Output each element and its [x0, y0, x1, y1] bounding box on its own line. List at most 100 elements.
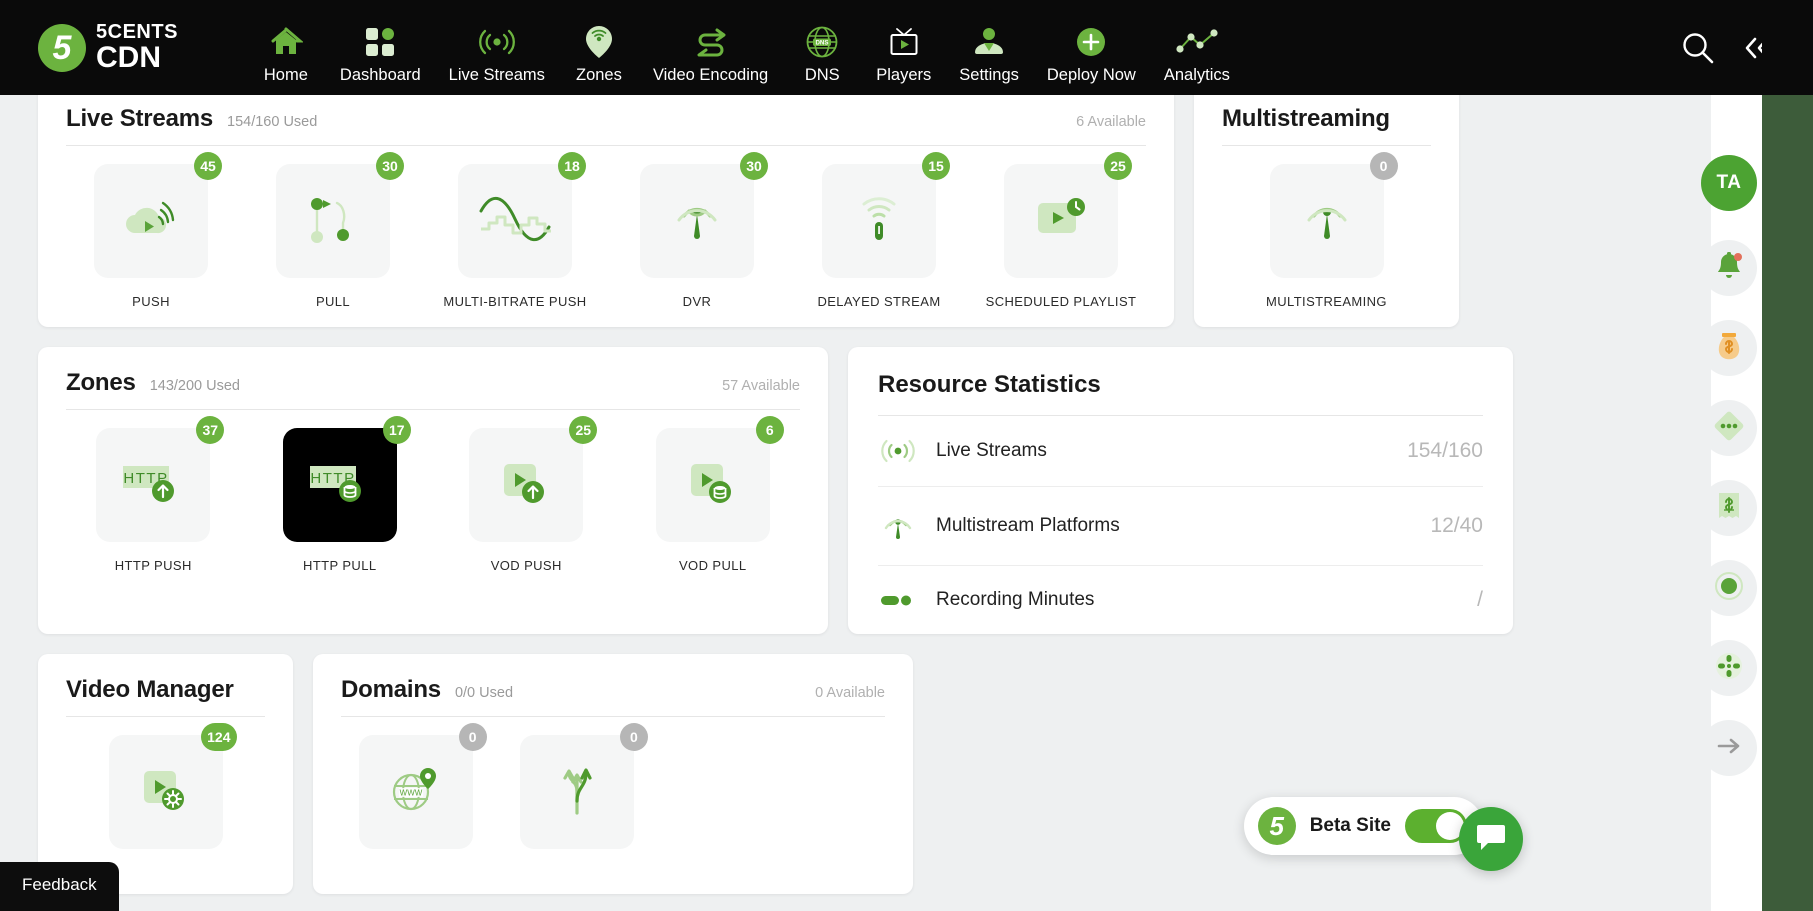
vod-push-icon — [496, 456, 556, 515]
http-pull-icon: HTTP — [306, 456, 374, 515]
beta-site-toggle[interactable] — [1405, 809, 1467, 843]
transcode-arrows-icon — [693, 22, 729, 62]
nav-item-settings[interactable]: Settings — [945, 22, 1033, 85]
tile-spacer — [658, 735, 852, 865]
live-streams-tiles: 45 PUSH 30 PULL 18 MULTI-BITRATE PUSH 30… — [38, 146, 1174, 327]
move-button[interactable] — [1701, 640, 1757, 696]
nav-item-deploy-now[interactable]: Deploy Now — [1033, 22, 1150, 85]
tile-label: PUSH — [132, 294, 170, 309]
nav-item-players[interactable]: Players — [862, 22, 945, 85]
tile-delayed-stream[interactable]: 15 DELAYED STREAM — [788, 152, 970, 309]
resource-value: 154/160 — [1407, 439, 1483, 462]
nav-item-home[interactable]: Home — [246, 22, 326, 85]
resource-row-multistream-platforms: Multistream Platforms 12/40 — [878, 487, 1483, 566]
more-options-button[interactable] — [1701, 400, 1757, 456]
beta-brand-mark: 5 — [1257, 807, 1296, 845]
cloud-push-icon — [119, 191, 183, 252]
tile-multi-bitrate-push[interactable]: 18 MULTI-BITRATE PUSH — [424, 152, 606, 309]
tile-badge: 124 — [201, 723, 237, 751]
tile-box: 15 — [822, 152, 950, 278]
scheduled-playlist-icon — [1030, 193, 1092, 250]
tile-vod-push[interactable]: 25 VOD PUSH — [433, 416, 620, 573]
diamond-dots-icon — [1712, 409, 1746, 448]
record-button[interactable] — [1701, 560, 1757, 616]
video-manager-tiles: 124 — [38, 717, 293, 883]
notifications-button[interactable] — [1701, 240, 1757, 296]
nav-item-video-encoding[interactable]: Video Encoding — [639, 22, 782, 85]
broadcast-icon — [478, 22, 515, 62]
tile-pull[interactable]: 30 PULL — [242, 152, 424, 309]
line-chart-icon — [1176, 22, 1218, 62]
nav-item-analytics[interactable]: Analytics — [1150, 22, 1244, 85]
tile-label: SCHEDULED PLAYLIST — [985, 294, 1137, 309]
nav-label-deploy-now: Deploy Now — [1046, 66, 1136, 84]
nav-label-video-encoding: Video Encoding — [652, 66, 769, 84]
tile-video-manager[interactable]: 124 — [60, 723, 271, 865]
nav-item-zones[interactable]: Zones — [559, 22, 639, 85]
tile-scheduled-playlist[interactable]: 25 SCHEDULED PLAYLIST — [970, 152, 1152, 309]
multibitrate-wave-icon — [477, 191, 553, 252]
tile-http-pull[interactable]: 17 HTTP HTTP PULL — [247, 416, 434, 573]
expand-rail-button[interactable] — [1701, 720, 1757, 776]
tile-label: HTTP PUSH — [114, 558, 192, 573]
tile-box: 18 — [458, 152, 586, 278]
tile-badge: 0 — [1369, 152, 1398, 180]
video-manager-title: Video Manager — [66, 676, 234, 703]
tile-box: 0 — [519, 723, 648, 849]
multistreaming-card: Multistreaming 0 MULTISTREAMING — [1194, 83, 1459, 327]
resource-name: Recording Minutes — [936, 589, 1095, 610]
multistream-broadcast-icon — [878, 509, 918, 543]
nav-item-dashboard[interactable]: Dashboard — [326, 22, 435, 85]
tile-badge: 37 — [196, 416, 225, 444]
tile-badge: 18 — [558, 152, 586, 180]
nav-label-home: Home — [263, 66, 308, 84]
nav-item-dns[interactable]: DNS DNS — [782, 22, 862, 85]
resource-row-live-streams: Live Streams 154/160 — [878, 416, 1483, 487]
tile-label: VOD PULL — [678, 558, 747, 573]
search-icon[interactable] — [1681, 31, 1715, 65]
tile-box: 17 HTTP — [282, 416, 411, 542]
live-streams-card: Live Streams 154/160 Used 6 Available 45… — [38, 83, 1174, 327]
feedback-button[interactable]: Feedback — [0, 862, 119, 911]
tv-play-icon — [888, 22, 920, 62]
video-settings-icon — [136, 763, 196, 822]
avatar[interactable]: TA — [1701, 155, 1757, 211]
dashboard-grid-icon — [365, 22, 395, 62]
chat-button[interactable] — [1459, 807, 1523, 871]
tile-multistreaming[interactable]: 0 MULTISTREAMING — [1216, 152, 1437, 309]
tile-label: MULTISTREAMING — [1266, 294, 1387, 309]
domains-header: Domains 0/0 Used 0 Available — [313, 654, 913, 704]
tile-dvr[interactable]: 30 DVR — [606, 152, 788, 309]
brand-line2: CDN — [96, 41, 161, 74]
multistreaming-tiles: 0 MULTISTREAMING — [1194, 146, 1459, 327]
resource-row-recording-minutes: Recording Minutes / — [878, 566, 1483, 634]
zones-title: Zones — [66, 369, 136, 396]
billing-button[interactable] — [1701, 320, 1757, 376]
tile-box: 0 WWW — [358, 723, 487, 849]
tile-badge: 30 — [740, 152, 768, 180]
resource-statistics-card: Resource Statistics Live Streams 154/160… — [848, 347, 1513, 634]
invoices-button[interactable] — [1701, 480, 1757, 536]
nav-item-live-streams[interactable]: Live Streams — [435, 22, 559, 85]
nav-label-analytics: Analytics — [1163, 66, 1230, 84]
tile-push[interactable]: 45 PUSH — [60, 152, 242, 309]
tile-vod-pull[interactable]: 6 VOD PULL — [620, 416, 807, 573]
brand-logo[interactable]: 5 5CENTS CDN — [38, 22, 178, 73]
resource-name: Multistream Platforms — [936, 515, 1120, 536]
tile-domain-branch[interactable]: 0 — [496, 723, 657, 865]
nav-label-dashboard: Dashboard — [339, 66, 421, 84]
brand-line1: 5CENTS — [96, 21, 178, 43]
tile-http-push[interactable]: 37 HTTP HTTP PUSH — [60, 416, 247, 573]
row-live-streams: Live Streams 154/160 Used 6 Available 45… — [0, 83, 1762, 327]
tile-domain-www[interactable]: 0 WWW — [335, 723, 496, 865]
domains-tiles: 0 WWW 0 — [313, 717, 873, 883]
tile-badge: 17 — [382, 416, 411, 444]
tile-box: 30 — [276, 152, 404, 278]
globe-dns-icon: DNS — [806, 22, 838, 62]
multistream-broadcast-icon — [1298, 190, 1356, 253]
tile-box: 124 — [108, 723, 237, 849]
record-dot-icon — [1713, 570, 1745, 607]
live-streams-available: 6 Available — [1076, 114, 1146, 130]
app-screen: 5 5CENTS CDN Home Dashboard Live Streams… — [0, 0, 1813, 911]
map-pin-wifi-icon — [585, 22, 613, 62]
